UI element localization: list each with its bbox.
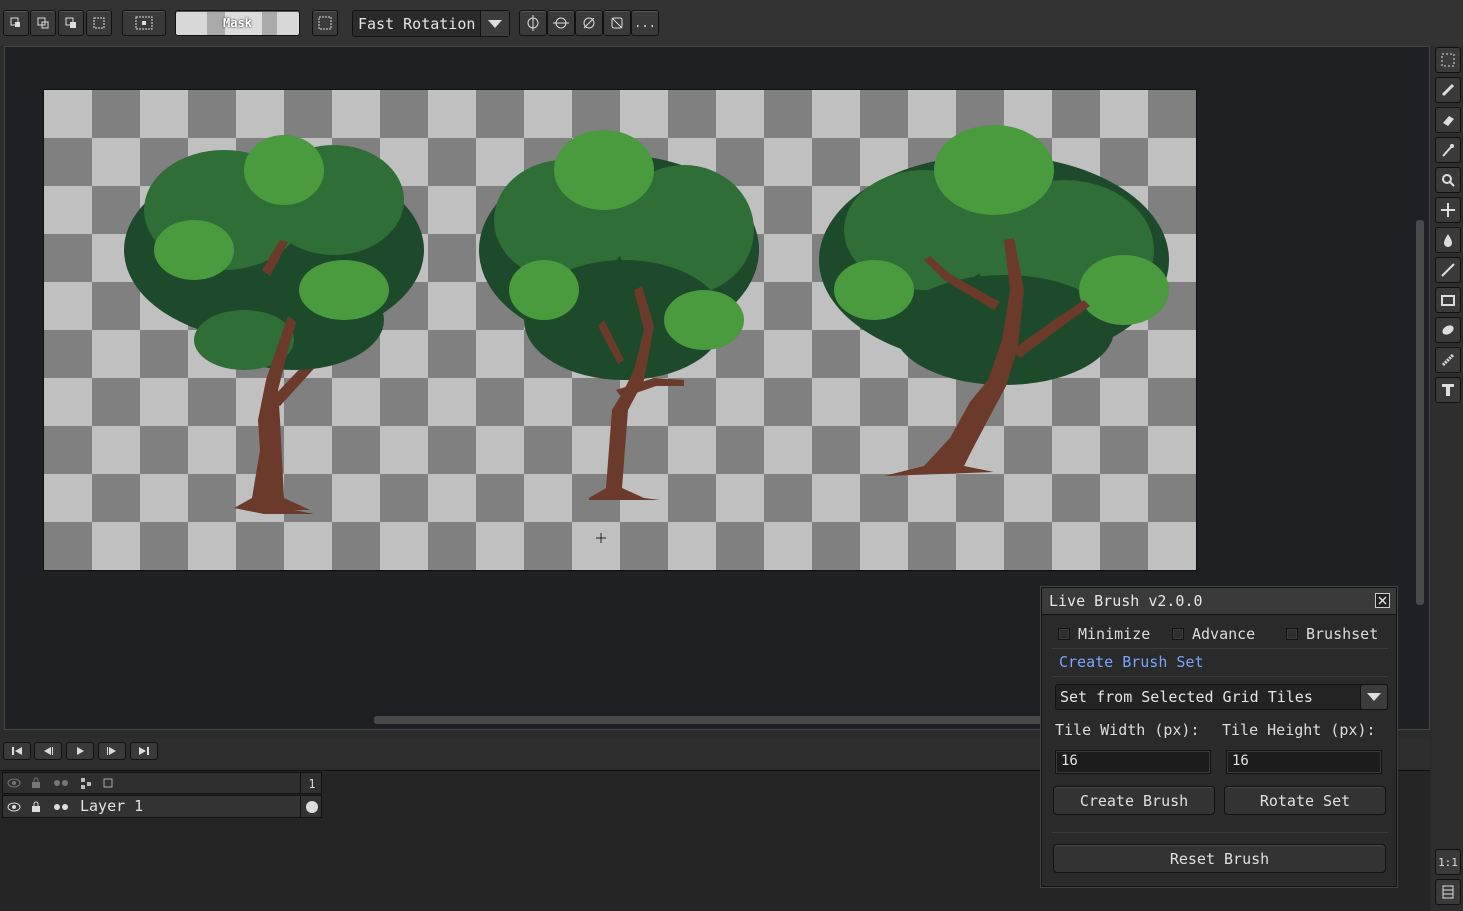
divider — [1052, 648, 1388, 649]
first-frame-icon[interactable] — [3, 742, 31, 760]
pixel-perfect-icon[interactable] — [122, 10, 166, 36]
visibility-header-icon[interactable] — [4, 774, 24, 792]
divider — [1052, 676, 1388, 677]
reset-transform-icon[interactable] — [603, 10, 631, 36]
flip-horizontal-icon[interactable] — [519, 10, 547, 36]
checkbox-label: Minimize — [1078, 625, 1151, 643]
zoom-actual-size-button[interactable]: 1:1 — [1435, 849, 1461, 875]
chevron-down-icon[interactable] — [480, 11, 509, 36]
more-options-button[interactable]: ... — [631, 10, 659, 36]
selection-mode-replace-icon[interactable] — [3, 10, 29, 36]
selection-mode-subtract-icon[interactable] — [58, 10, 84, 36]
tile-height-label: Tile Height (px): — [1222, 721, 1376, 739]
brush-set-mode-select[interactable]: Set from Selected Grid Tiles — [1055, 684, 1388, 710]
dialog-titlebar[interactable]: Live Brush v2.0.0 — [1042, 588, 1396, 615]
eraser-icon[interactable] — [1435, 107, 1461, 133]
crosshair-cursor-icon — [596, 533, 606, 543]
play-icon[interactable] — [66, 742, 94, 760]
horizontal-scrollbar[interactable] — [374, 716, 1054, 724]
pencil-icon[interactable] — [1435, 77, 1461, 103]
tree-sprite — [819, 125, 1169, 476]
ellipse-icon[interactable] — [1435, 317, 1461, 343]
divider — [1052, 832, 1388, 833]
brush-set-mode-value: Set from Selected Grid Tiles — [1060, 688, 1313, 706]
line-icon[interactable] — [1435, 257, 1461, 283]
layer-name[interactable]: Layer 1 — [80, 797, 143, 815]
panel-toggle-icon[interactable] — [1435, 879, 1461, 905]
continuous-icon[interactable] — [51, 798, 71, 816]
checkbox-label: Brushset — [1306, 625, 1379, 643]
vertical-scrollbar[interactable] — [1416, 220, 1424, 605]
brushset-checkbox[interactable]: Brushset — [1286, 625, 1378, 643]
live-brush-dialog: Live Brush v2.0.0 Minimize Advance Brush… — [1041, 587, 1397, 887]
create-brush-button[interactable]: Create Brush — [1053, 786, 1215, 815]
layer-group-icon[interactable] — [76, 774, 96, 792]
tile-width-field[interactable]: 16 — [1055, 750, 1211, 774]
move-icon[interactable] — [1435, 197, 1461, 223]
top-toolbar: Mask Fast Rotation ... — [0, 0, 1463, 46]
chevron-down-icon[interactable] — [1360, 684, 1388, 710]
cel-icon[interactable] — [300, 796, 323, 818]
layers-header: 1 — [2, 772, 322, 794]
bucket-icon[interactable] — [1435, 227, 1461, 253]
previous-frame-icon[interactable] — [34, 742, 62, 760]
lock-icon[interactable] — [26, 798, 46, 816]
spray-icon[interactable] — [1435, 347, 1461, 373]
rotation-mode-select[interactable]: Fast Rotation — [352, 10, 510, 37]
tree-sprite — [124, 135, 424, 514]
checkbox-box[interactable] — [1172, 628, 1184, 640]
text-icon[interactable] — [1435, 377, 1461, 403]
continuous-header-icon[interactable] — [51, 774, 71, 792]
sprite-canvas[interactable] — [43, 89, 1197, 571]
selection-mode-add-icon[interactable] — [30, 10, 56, 36]
new-layer-icon[interactable] — [98, 774, 118, 792]
tile-width-label: Tile Width (px): — [1055, 721, 1200, 739]
checkbox-box[interactable] — [1286, 628, 1298, 640]
lock-header-icon[interactable] — [26, 774, 46, 792]
layer-row[interactable]: Layer 1 — [2, 795, 322, 818]
rotate-icon[interactable] — [575, 10, 603, 36]
selection-mode-intersect-icon[interactable] — [86, 10, 112, 36]
advance-checkbox[interactable]: Advance — [1172, 625, 1255, 643]
next-frame-icon[interactable] — [98, 742, 126, 760]
dialog-title: Live Brush v2.0.0 — [1049, 592, 1203, 610]
eye-icon[interactable] — [4, 798, 24, 816]
flip-vertical-icon[interactable] — [547, 10, 575, 36]
grid-snap-icon[interactable] — [312, 10, 338, 36]
mask-button[interactable]: Mask — [175, 10, 300, 36]
frame-number[interactable]: 1 — [300, 773, 323, 794]
checkbox-label: Advance — [1192, 625, 1256, 643]
rotate-set-button[interactable]: Rotate Set — [1224, 786, 1386, 815]
create-brush-set-link[interactable]: Create Brush Set — [1059, 653, 1204, 671]
checkbox-box[interactable] — [1058, 628, 1070, 640]
minimize-checkbox[interactable]: Minimize — [1058, 625, 1150, 643]
tree-sprite — [479, 130, 759, 500]
reset-brush-button[interactable]: Reset Brush — [1053, 844, 1386, 873]
zoom-icon[interactable] — [1435, 167, 1461, 193]
tile-height-field[interactable]: 16 — [1226, 750, 1382, 774]
marquee-icon[interactable] — [1435, 47, 1461, 73]
rectangle-icon[interactable] — [1435, 287, 1461, 313]
rotation-mode-value: Fast Rotation — [358, 15, 476, 33]
close-icon[interactable] — [1375, 593, 1390, 608]
eyedropper-icon[interactable] — [1435, 137, 1461, 163]
last-frame-icon[interactable] — [130, 742, 158, 760]
